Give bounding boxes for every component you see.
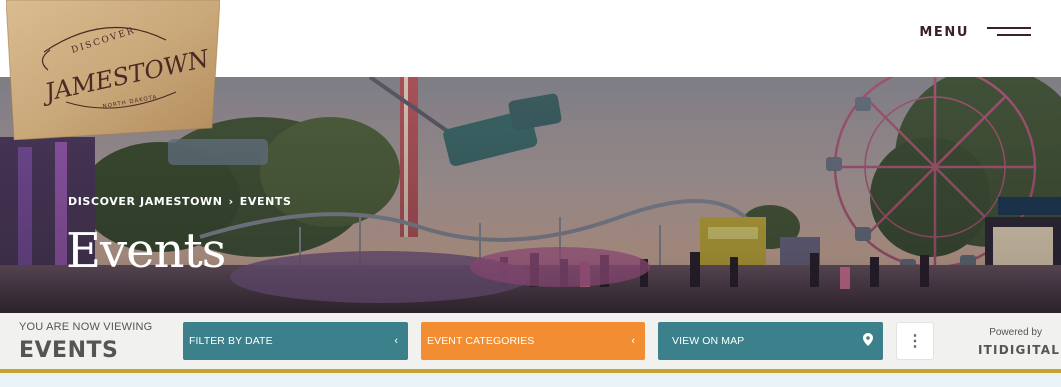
hamburger-icon <box>987 25 1031 39</box>
site-logo[interactable]: DISCOVER JAMESTOWN NORTH DAKOTA <box>6 0 220 140</box>
events-filter-bar: YOU ARE NOW VIEWING EVENTS FILTER BY DAT… <box>0 313 1061 369</box>
content-area-top <box>0 373 1061 387</box>
filter-by-date-label: FILTER BY DATE <box>189 335 273 347</box>
itidigital-logo[interactable]: ITIDIGITAL <box>978 343 1059 357</box>
view-on-map-label: VIEW ON MAP <box>672 335 745 347</box>
menu-button[interactable]: MENU <box>919 18 1031 46</box>
chevron-left-icon: ‹ <box>631 335 635 347</box>
breadcrumb: DISCOVER JAMESTOWN › EVENTS <box>68 195 292 208</box>
breadcrumb-current: EVENTS <box>239 195 292 208</box>
logo-badge: DISCOVER JAMESTOWN NORTH DAKOTA <box>6 0 220 140</box>
chevron-left-icon: ‹ <box>394 335 398 347</box>
powered-by-label: Powered by <box>989 327 1042 338</box>
page-title: Events <box>66 223 226 279</box>
menu-label: MENU <box>919 24 969 40</box>
viewing-value: EVENTS <box>19 338 119 363</box>
view-on-map-button[interactable]: VIEW ON MAP <box>658 322 883 360</box>
more-vertical-icon: ⋮ <box>907 333 923 350</box>
powered-by: Powered by ITIDIGITAL <box>978 327 1059 357</box>
more-options-button[interactable]: ⋮ <box>896 322 934 360</box>
map-pin-icon <box>863 333 873 349</box>
event-categories-label: EVENT CATEGORIES <box>427 335 535 347</box>
filter-by-date-button[interactable]: FILTER BY DATE ‹ <box>183 322 408 360</box>
event-categories-button[interactable]: EVENT CATEGORIES ‹ <box>421 322 645 360</box>
breadcrumb-home-link[interactable]: DISCOVER JAMESTOWN <box>68 195 223 208</box>
viewing-label: YOU ARE NOW VIEWING <box>19 321 153 333</box>
breadcrumb-separator: › <box>228 195 234 208</box>
